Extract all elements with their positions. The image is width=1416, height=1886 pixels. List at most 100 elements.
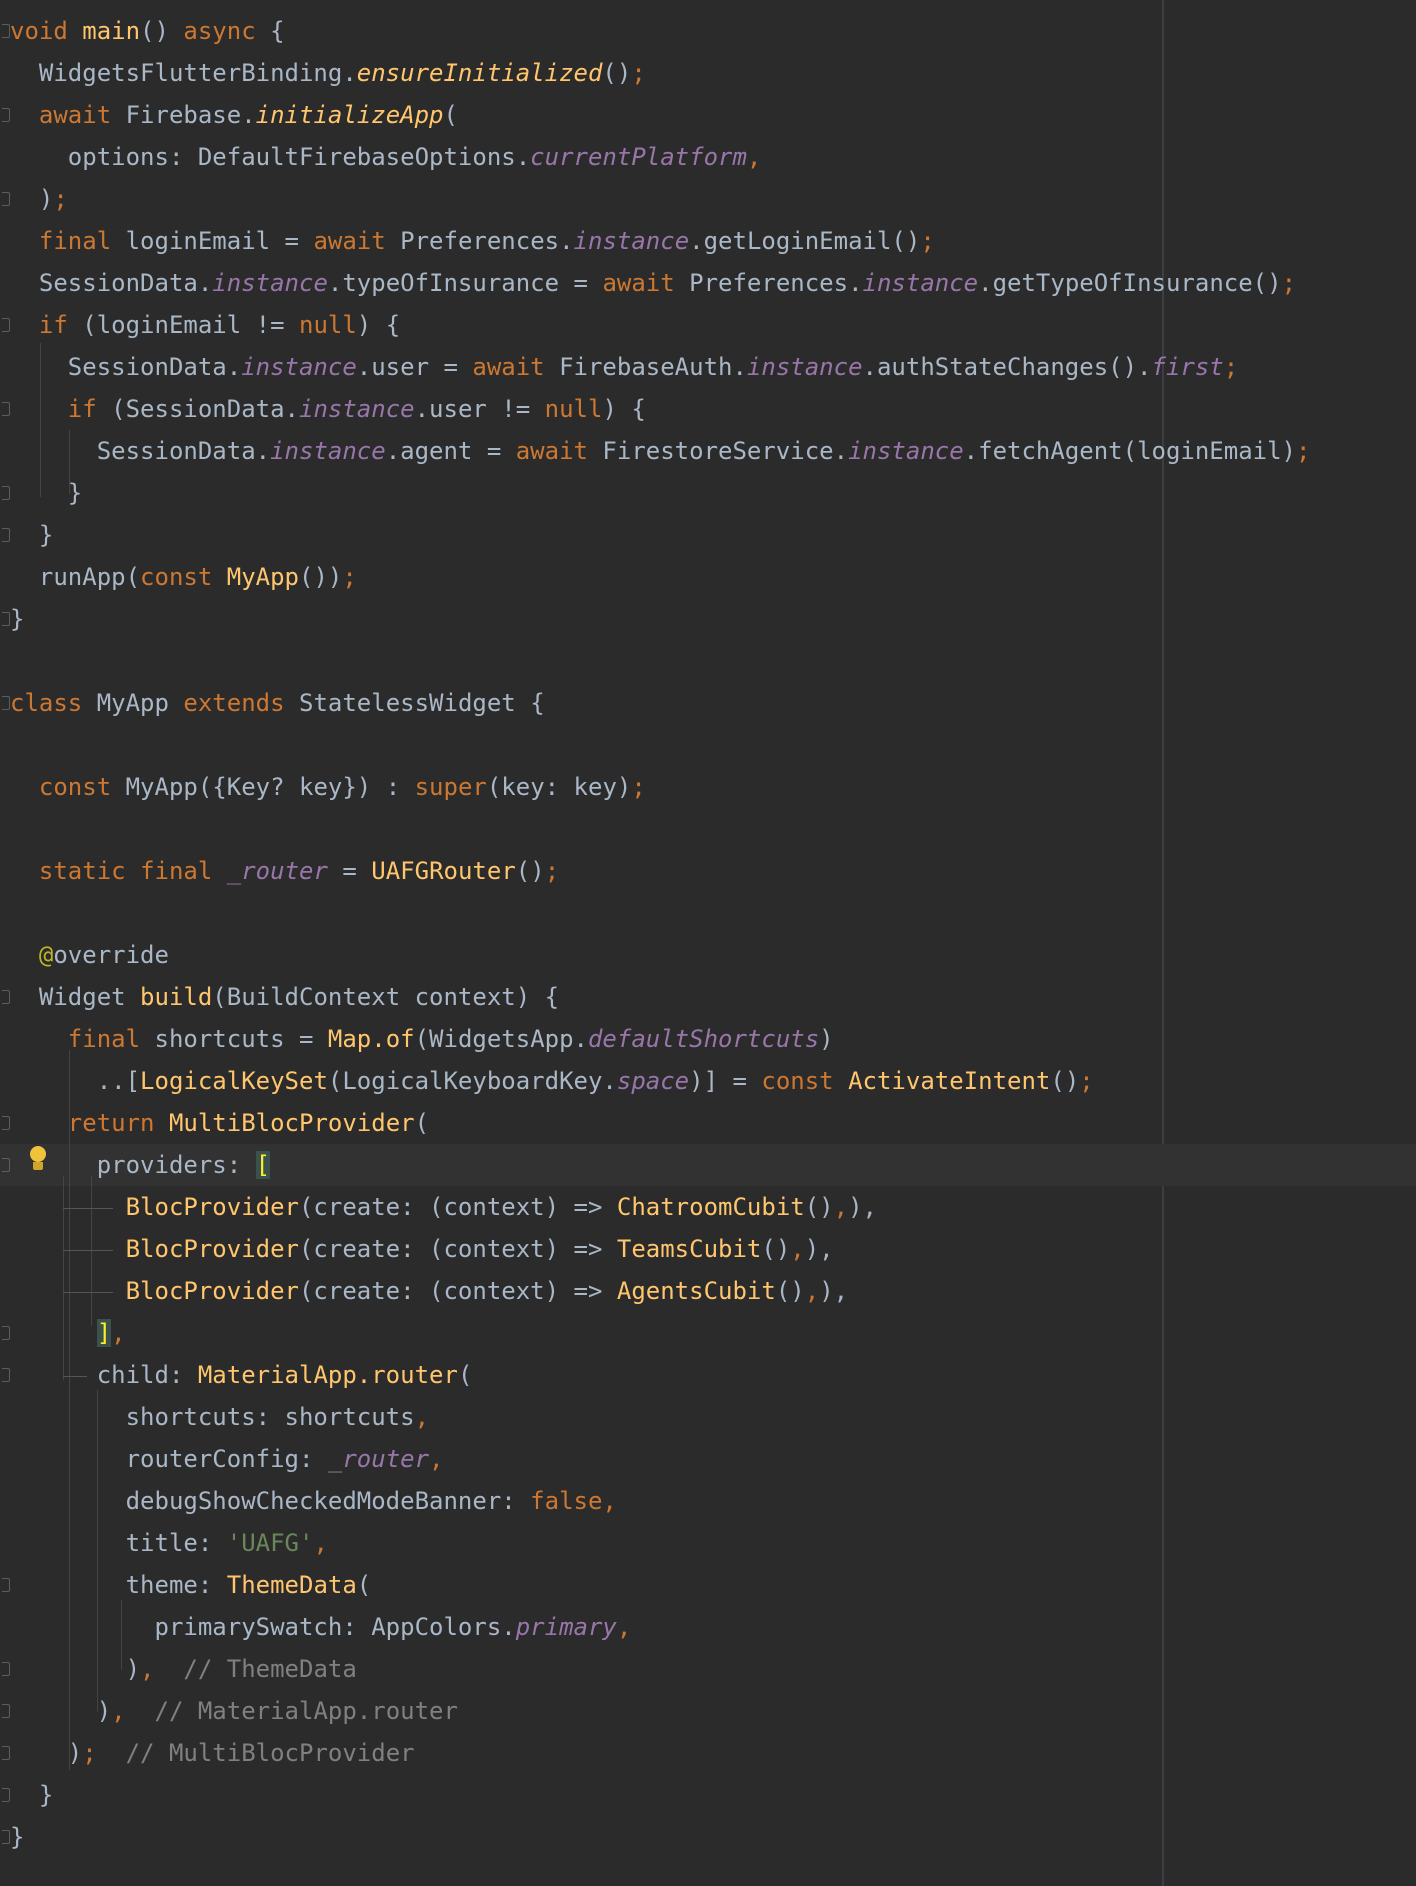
code-line[interactable]: void main() async { — [0, 10, 1416, 52]
tree-branch — [63, 1208, 113, 1209]
code-token: (WidgetsApp. — [414, 1025, 588, 1053]
fold-icon[interactable] — [2, 24, 10, 38]
code-line[interactable]: await Firebase.initializeApp( — [0, 94, 1416, 136]
fold-icon[interactable] — [2, 1704, 10, 1718]
code-token: false — [530, 1487, 603, 1515]
fold-icon[interactable] — [2, 990, 10, 1004]
fold-icon[interactable] — [2, 696, 10, 710]
fold-icon[interactable] — [2, 1662, 10, 1676]
code-line[interactable] — [0, 892, 1416, 934]
code-line[interactable]: debugShowCheckedModeBanner: false, — [0, 1480, 1416, 1522]
fold-icon[interactable] — [2, 1830, 10, 1844]
code-line[interactable]: } — [0, 472, 1416, 514]
code-line[interactable]: child: MaterialApp.router( — [0, 1354, 1416, 1396]
code-line[interactable]: SessionData.instance.agent = await Fires… — [0, 430, 1416, 472]
fold-icon[interactable] — [2, 1578, 10, 1592]
code-token: ..[ — [10, 1067, 141, 1095]
code-line[interactable]: if (SessionData.instance.user != null) { — [0, 388, 1416, 430]
code-token: } — [10, 521, 54, 549]
code-text: void main() async { — [10, 10, 285, 52]
code-line[interactable]: static final _router = UAFGRouter(); — [0, 850, 1416, 892]
code-line[interactable]: ], — [0, 1312, 1416, 1354]
code-line[interactable]: runApp(const MyApp()); — [0, 556, 1416, 598]
code-line[interactable]: primarySwatch: AppColors.primary, — [0, 1606, 1416, 1648]
code-token: options: DefaultFirebaseOptions. — [10, 143, 531, 171]
fold-icon[interactable] — [2, 486, 10, 500]
code-token: TeamsCubit — [616, 1235, 762, 1263]
code-line[interactable]: final loginEmail = await Preferences.ins… — [0, 220, 1416, 262]
code-text: ), // ThemeData — [10, 1648, 357, 1690]
fold-icon[interactable] — [2, 1746, 10, 1760]
code-line[interactable]: } — [0, 1774, 1416, 1816]
code-line[interactable] — [0, 724, 1416, 766]
code-token: ; — [544, 857, 560, 885]
code-token: first — [1151, 353, 1224, 381]
fold-icon[interactable] — [2, 612, 10, 626]
code-token: , — [111, 1319, 126, 1347]
code-token: await — [515, 437, 588, 465]
code-line[interactable]: @override — [0, 934, 1416, 976]
code-line[interactable]: providers: [ — [0, 1144, 1416, 1186]
code-token: SessionData. — [10, 269, 213, 297]
code-token: )] = — [689, 1067, 762, 1095]
code-line[interactable] — [0, 640, 1416, 682]
fold-icon[interactable] — [2, 1368, 10, 1382]
code-line[interactable]: SessionData.instance.typeOfInsurance = a… — [0, 262, 1416, 304]
lightbulb-icon[interactable] — [28, 1146, 48, 1176]
fold-icon[interactable] — [2, 108, 10, 122]
code-line[interactable]: return MultiBlocProvider( — [0, 1102, 1416, 1144]
code-editor[interactable]: void main() async { WidgetsFlutterBindin… — [0, 0, 1416, 1886]
code-line[interactable]: options: DefaultFirebaseOptions.currentP… — [0, 136, 1416, 178]
code-text: primarySwatch: AppColors.primary, — [10, 1606, 631, 1648]
code-line[interactable]: title: 'UAFG', — [0, 1522, 1416, 1564]
code-token: initializeApp — [255, 101, 444, 129]
code-token: ; — [53, 185, 68, 213]
code-token: ; — [1296, 437, 1311, 465]
fold-icon[interactable] — [2, 1116, 10, 1130]
fold-icon[interactable] — [2, 1788, 10, 1802]
code-text: shortcuts: shortcuts, — [10, 1396, 429, 1438]
code-line[interactable]: ), // ThemeData — [0, 1648, 1416, 1690]
fold-icon[interactable] — [2, 528, 10, 542]
code-line[interactable]: final shortcuts = Map.of(WidgetsApp.defa… — [0, 1018, 1416, 1060]
code-token: FirebaseAuth. — [544, 353, 747, 381]
code-line[interactable]: const MyApp({Key? key}) : super(key: key… — [0, 766, 1416, 808]
code-line[interactable]: class MyApp extends StatelessWidget { — [0, 682, 1416, 724]
code-token: (loginEmail != — [67, 311, 299, 339]
code-line[interactable]: BlocProvider(create: (context) => TeamsC… — [0, 1228, 1416, 1270]
code-line[interactable]: routerConfig: _router, — [0, 1438, 1416, 1480]
fold-icon[interactable] — [2, 318, 10, 332]
code-line[interactable]: } — [0, 598, 1416, 640]
code-token: Firebase. — [111, 101, 256, 129]
code-line[interactable]: ); — [0, 178, 1416, 220]
code-line[interactable]: ); // MultiBlocProvider — [0, 1732, 1416, 1774]
code-text: await Firebase.initializeApp( — [10, 94, 458, 136]
code-line[interactable]: ..[LogicalKeySet(LogicalKeyboardKey.spac… — [0, 1060, 1416, 1102]
code-line[interactable] — [0, 808, 1416, 850]
code-line[interactable]: SessionData.instance.user = await Fireba… — [0, 346, 1416, 388]
code-line[interactable]: theme: ThemeData( — [0, 1564, 1416, 1606]
code-line[interactable]: BlocProvider(create: (context) => Agents… — [0, 1270, 1416, 1312]
code-line[interactable]: BlocProvider(create: (context) => Chatro… — [0, 1186, 1416, 1228]
fold-icon[interactable] — [2, 192, 10, 206]
fold-icon[interactable] — [2, 1158, 10, 1172]
code-token: ()) — [299, 563, 343, 591]
code-token: .getLoginEmail() — [689, 227, 921, 255]
code-token: ( — [443, 101, 458, 129]
code-token: .user = — [356, 353, 473, 381]
code-line[interactable]: if (loginEmail != null) { — [0, 304, 1416, 346]
code-line[interactable]: ), // MaterialApp.router — [0, 1690, 1416, 1732]
code-line[interactable]: Widget build(BuildContext context) { — [0, 976, 1416, 1018]
fold-icon[interactable] — [2, 1326, 10, 1340]
code-line[interactable]: WidgetsFlutterBinding.ensureInitialized(… — [0, 52, 1416, 94]
fold-icon[interactable] — [2, 402, 10, 416]
code-line[interactable]: } — [0, 1816, 1416, 1858]
code-text: ); — [10, 178, 68, 220]
code-token: instance — [848, 437, 964, 465]
code-token: WidgetsFlutterBinding. — [10, 59, 357, 87]
code-token: ) — [819, 1025, 834, 1053]
code-line[interactable]: } — [0, 514, 1416, 556]
code-line[interactable]: shortcuts: shortcuts, — [0, 1396, 1416, 1438]
code-token: .getTypeOfInsurance() — [978, 269, 1282, 297]
